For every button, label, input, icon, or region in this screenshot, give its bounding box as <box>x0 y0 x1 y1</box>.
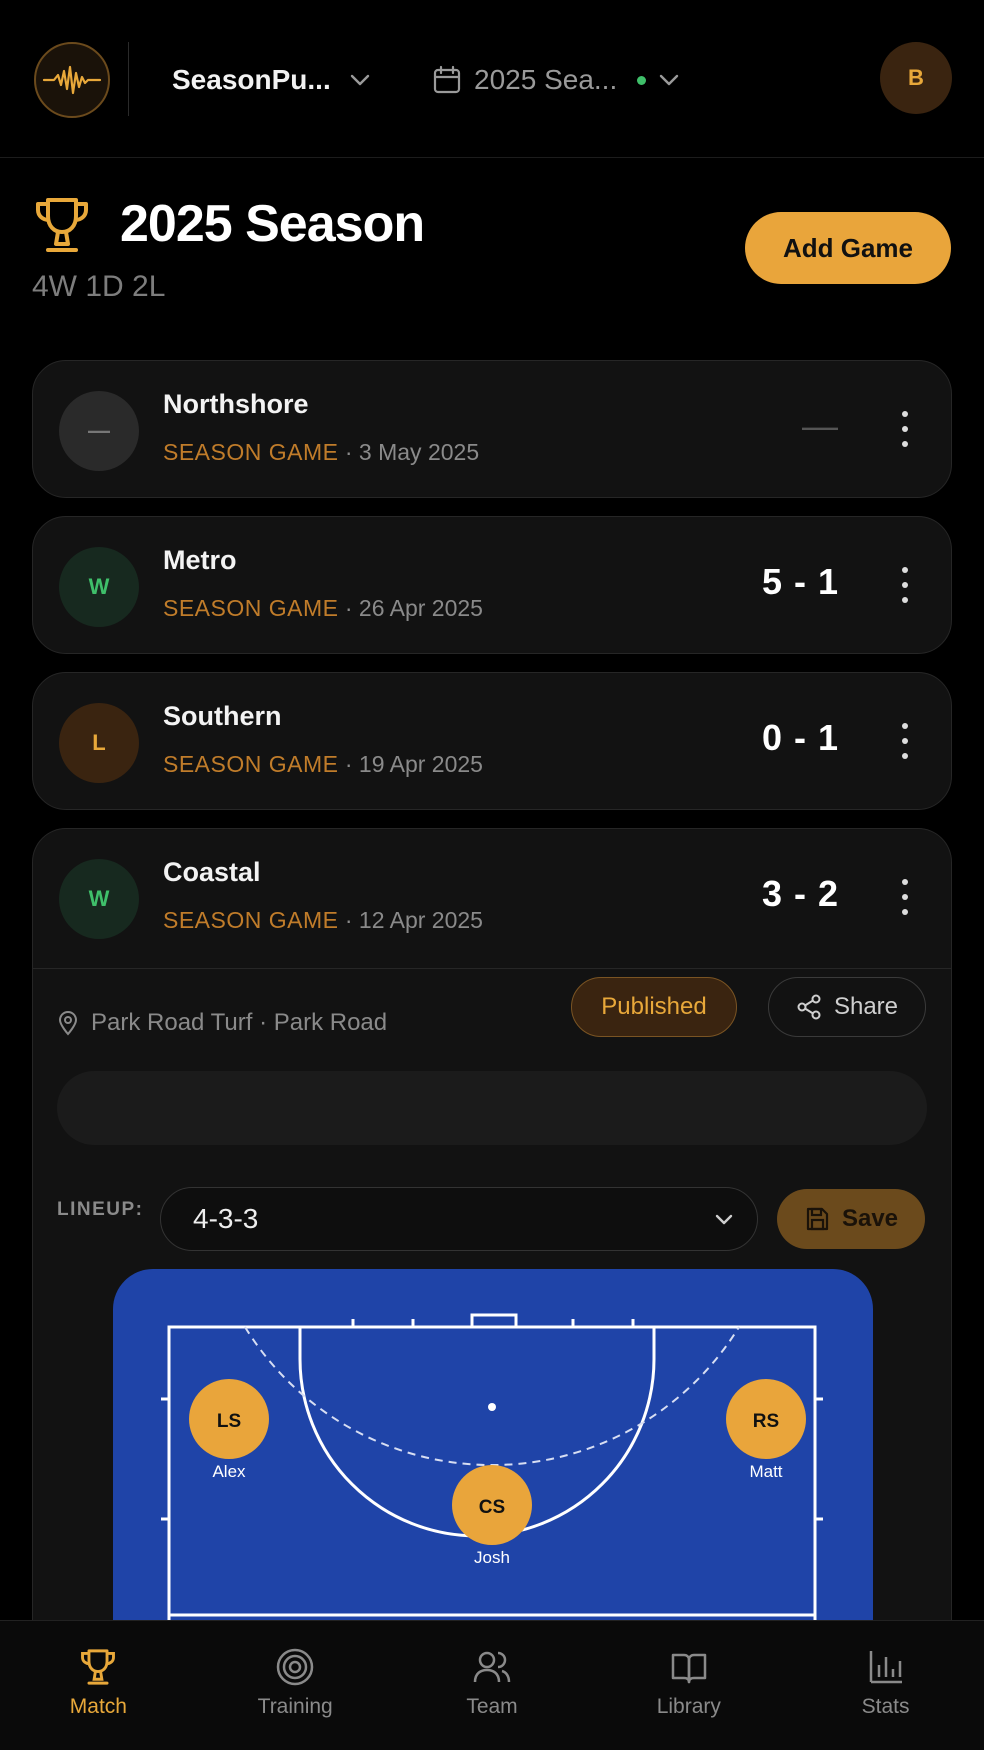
published-status-button[interactable]: Published <box>571 977 737 1037</box>
chevron-down-icon <box>715 1214 733 1225</box>
target-icon <box>276 1648 314 1686</box>
venue-info: Park Road Turf · Park Road <box>57 1003 387 1043</box>
trophy-icon <box>81 1649 116 1685</box>
opponent-name: Southern <box>163 701 282 731</box>
more-options-icon[interactable] <box>899 723 911 759</box>
season-selector[interactable]: 2025 Sea... <box>432 58 680 102</box>
game-card[interactable]: W Metro SEASON GAME · 26 Apr 2025 5 - 1 <box>32 516 952 654</box>
game-meta: SEASON GAME · 12 Apr 2025 <box>163 907 483 934</box>
save-lineup-button[interactable]: Save <box>777 1189 925 1249</box>
team-name: SeasonPu... <box>172 64 331 95</box>
game-type: SEASON GAME <box>163 751 339 777</box>
result-badge: W <box>59 859 139 939</box>
card-divider <box>33 968 951 969</box>
waveform-icon <box>42 65 102 95</box>
nav-label: Team <box>466 1695 518 1718</box>
users-icon <box>473 1651 511 1683</box>
nav-stats[interactable]: Stats <box>787 1621 984 1750</box>
game-meta: SEASON GAME · 26 Apr 2025 <box>163 595 483 622</box>
share-label: Share <box>833 993 899 1020</box>
nav-library[interactable]: Library <box>590 1621 787 1750</box>
active-season-dot <box>637 75 647 85</box>
player-position: CS <box>479 1497 505 1518</box>
nav-match[interactable]: Match <box>0 1621 197 1750</box>
season-record: 4W 1D 2L <box>32 270 166 303</box>
chevron-down-icon <box>350 74 369 86</box>
location-pin-icon <box>58 1011 78 1036</box>
more-options-icon[interactable] <box>899 567 911 603</box>
result-badge: — <box>59 391 139 471</box>
player-name: Alex <box>212 1462 246 1481</box>
game-meta: SEASON GAME · 19 Apr 2025 <box>163 751 483 778</box>
page-title: 2025 Season <box>120 195 425 253</box>
game-score: 3 - 2 <box>761 873 839 914</box>
bottom-nav: Match Training Team Library Stats <box>0 1620 984 1750</box>
nav-label: Training <box>257 1695 333 1718</box>
game-date: · 3 May 2025 <box>344 439 480 465</box>
game-score: — <box>802 405 839 446</box>
season-name: 2025 Sea... <box>474 64 618 95</box>
game-date: · 19 Apr 2025 <box>344 751 483 777</box>
game-type: SEASON GAME <box>163 595 339 621</box>
book-open-icon <box>671 1653 707 1684</box>
player-name: Matt <box>749 1462 782 1481</box>
player-name: Josh <box>474 1548 510 1567</box>
bar-chart-icon <box>869 1651 902 1684</box>
game-card[interactable]: — Northshore SEASON GAME · 3 May 2025 — <box>32 360 952 498</box>
app-logo[interactable] <box>34 42 110 118</box>
calendar-icon <box>433 65 461 94</box>
loading-placeholder <box>57 1071 927 1145</box>
result-badge: L <box>59 703 139 783</box>
result-badge: W <box>59 547 139 627</box>
nav-training[interactable]: Training <box>197 1621 394 1750</box>
nav-label: Match <box>69 1695 127 1718</box>
trophy-icon <box>36 198 88 252</box>
nav-team[interactable]: Team <box>394 1621 591 1750</box>
game-score: 5 - 1 <box>761 561 839 602</box>
game-score: 0 - 1 <box>761 717 839 758</box>
top-bar: SeasonPu... 2025 Sea... B <box>0 0 984 158</box>
more-options-icon[interactable] <box>899 879 911 915</box>
game-date: · 12 Apr 2025 <box>344 907 483 933</box>
opponent-name: Coastal <box>163 857 261 887</box>
lineup-select[interactable]: 4-3-3 <box>160 1187 758 1251</box>
opponent-name: Metro <box>163 545 237 575</box>
share-button[interactable]: Share <box>768 977 926 1037</box>
topbar-divider <box>128 42 129 116</box>
opponent-name: Northshore <box>163 389 309 419</box>
team-selector[interactable]: SeasonPu... <box>172 58 371 102</box>
pitch-diagram: LS Alex CS Josh RS Matt <box>113 1269 873 1628</box>
player-position: RS <box>753 1411 779 1432</box>
lineup-label: LINEUP: <box>57 1199 144 1220</box>
player-position: LS <box>217 1411 241 1432</box>
more-options-icon[interactable] <box>899 411 911 447</box>
venue-text: Park Road Turf · Park Road <box>91 1009 388 1036</box>
save-label: Save <box>841 1205 899 1232</box>
lineup-value: 4-3-3 <box>193 1203 259 1234</box>
nav-label: Library <box>656 1695 721 1718</box>
nav-label: Stats <box>861 1695 910 1718</box>
add-game-button[interactable]: Add Game <box>745 212 951 284</box>
chevron-down-icon <box>660 74 679 86</box>
game-card[interactable]: L Southern SEASON GAME · 19 Apr 2025 0 -… <box>32 672 952 810</box>
game-type: SEASON GAME <box>163 907 339 933</box>
game-meta: SEASON GAME · 3 May 2025 <box>163 439 479 466</box>
game-card-expanded[interactable]: W Coastal SEASON GAME · 12 Apr 2025 3 - … <box>32 828 952 1628</box>
game-date: · 26 Apr 2025 <box>344 595 483 621</box>
user-avatar[interactable]: B <box>880 42 952 114</box>
game-type: SEASON GAME <box>163 439 339 465</box>
share-icon <box>797 994 821 1020</box>
save-icon <box>806 1207 829 1231</box>
